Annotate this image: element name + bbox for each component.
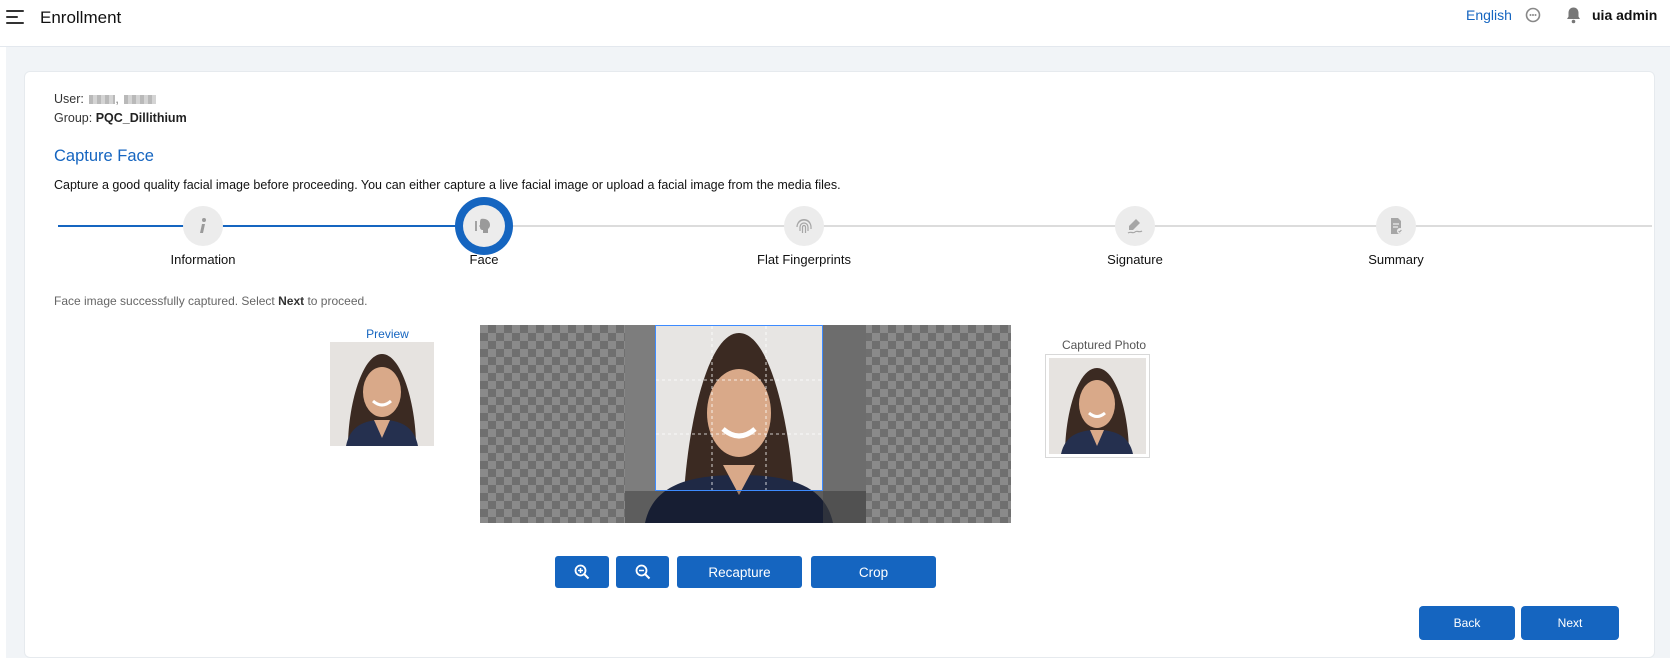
step-face[interactable] xyxy=(455,197,513,255)
group-label: Group: xyxy=(54,111,93,125)
signature-icon xyxy=(1127,219,1143,234)
stepper-remaining-line xyxy=(484,225,1652,227)
zoom-out-icon xyxy=(635,564,650,580)
user-label: User: xyxy=(54,92,84,106)
group-value: PQC_Dillithium xyxy=(95,111,187,125)
section-description: Capture a good quality facial image befo… xyxy=(54,178,841,192)
back-button[interactable]: Back xyxy=(1419,606,1515,640)
summary-icon xyxy=(1391,218,1403,234)
group-info: Group: PQC_Dillithium xyxy=(54,111,187,125)
preview-label: Preview xyxy=(366,327,409,341)
crop-button[interactable]: Crop xyxy=(811,556,936,588)
enrollment-card: User: , Group: PQC_Dillithium Capture Fa… xyxy=(24,71,1655,658)
zoom-in-icon xyxy=(574,564,590,580)
hamburger-menu-icon[interactable] xyxy=(6,10,24,24)
step-label-face: Face xyxy=(469,252,499,267)
step-label-summary: Summary xyxy=(1368,252,1424,267)
face-icon xyxy=(475,218,490,233)
captured-photo-label: Captured Photo xyxy=(1061,338,1147,352)
crop-editor[interactable] xyxy=(480,325,1011,523)
enrollment-stepper: Information Face Flat Fingerprints Signa… xyxy=(25,197,1656,277)
redacted-name xyxy=(89,95,116,105)
notification-bell-icon[interactable] xyxy=(1565,6,1582,24)
top-header: Enrollment English uia admin xyxy=(0,0,1670,47)
user-menu[interactable]: uia admin xyxy=(1592,7,1657,23)
info-icon xyxy=(200,218,206,233)
crop-selection-box[interactable] xyxy=(655,325,823,491)
next-button[interactable]: Next xyxy=(1521,606,1619,640)
step-label-flat-fingerprints: Flat Fingerprints xyxy=(757,252,851,267)
user-info: User: , xyxy=(54,92,157,106)
stepper-progress-line xyxy=(58,225,484,227)
zoom-in-button[interactable] xyxy=(555,556,609,588)
recapture-button[interactable]: Recapture xyxy=(677,556,802,588)
capture-status-message: Face image successfully captured. Select… xyxy=(54,294,368,308)
chat-icon[interactable] xyxy=(1525,7,1541,23)
redacted-name xyxy=(124,95,157,105)
language-selector[interactable]: English xyxy=(1466,7,1512,23)
fingerprint-icon xyxy=(796,219,812,233)
zoom-out-button[interactable] xyxy=(616,556,669,588)
preview-image xyxy=(330,342,434,446)
step-signature[interactable] xyxy=(1115,206,1155,246)
step-summary[interactable] xyxy=(1376,206,1416,246)
section-title: Capture Face xyxy=(54,147,154,165)
step-flat-fingerprints[interactable] xyxy=(784,206,824,246)
step-label-signature: Signature xyxy=(1107,252,1163,267)
captured-photo-frame xyxy=(1045,354,1150,458)
page-title: Enrollment xyxy=(40,8,122,27)
step-information[interactable] xyxy=(183,206,223,246)
step-label-information: Information xyxy=(170,252,236,267)
captured-photo xyxy=(1049,358,1146,454)
